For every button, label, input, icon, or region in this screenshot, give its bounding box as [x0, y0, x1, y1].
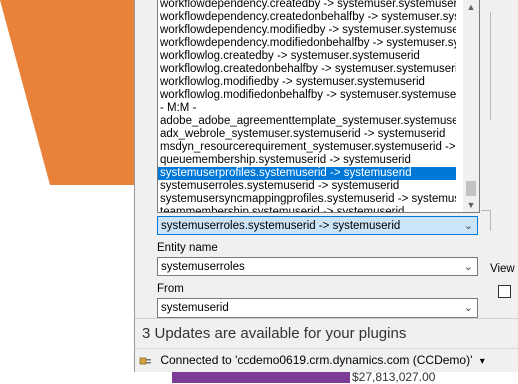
list-item[interactable]: adx_webrole_systemuser.systemuserid -> s…: [158, 128, 456, 141]
list-item[interactable]: systemuserroles.systemuserid -> systemus…: [158, 180, 456, 193]
view-label: View: [490, 263, 515, 275]
entity-name-select[interactable]: systemuserroles ⌄: [157, 257, 478, 276]
list-item[interactable]: workflowdependency.modifiedby -> systemu…: [158, 24, 456, 37]
updates-notification-text: 3 Updates are available for your plugins: [142, 325, 407, 342]
updates-notification[interactable]: 3 Updates are available for your plugins: [135, 318, 518, 348]
chevron-down-icon[interactable]: ⌄: [464, 299, 473, 317]
list-item[interactable]: workflowdependency.createdonbehalfby -> …: [158, 11, 456, 24]
entity-name-label: Entity name: [157, 242, 218, 254]
group-border: [481, 210, 491, 231]
connection-dropdown-icon[interactable]: ▾: [480, 356, 485, 367]
from-value: systemuserid: [161, 302, 229, 314]
chevron-down-icon[interactable]: ⌄: [464, 217, 473, 236]
chevron-up-icon[interactable]: ▲: [463, 0, 479, 14]
connection-status[interactable]: Connected to 'ccdemo0619.crm.dynamics.co…: [160, 353, 472, 367]
list-item[interactable]: workflowlog.createdby -> systemuser.syst…: [158, 50, 456, 63]
relationship-panel: workflowdependency.createdby -> systemus…: [134, 0, 518, 372]
from-select[interactable]: systemuserid ⌄: [157, 298, 478, 318]
list-item[interactable]: - M:M -: [158, 102, 456, 115]
list-item[interactable]: teammembership.systemuserid -> systemuse…: [158, 206, 456, 212]
chevron-down-icon[interactable]: ⌄: [464, 258, 473, 277]
view-checkbox[interactable]: [498, 285, 511, 298]
list-item[interactable]: workflowdependency.createdby -> systemus…: [158, 0, 456, 11]
list-item[interactable]: workflowlog.createdonbehalfby -> systemu…: [158, 63, 456, 76]
from-label: From: [157, 283, 184, 295]
list-item[interactable]: workflowdependency.modifiedonbehalfby ->…: [158, 37, 456, 50]
list-item[interactable]: workflowlog.modifiedonbehalfby -> system…: [158, 89, 456, 102]
list-item[interactable]: adobe_adobe_agreementtemplate_systemuser…: [158, 115, 456, 128]
listbox-scrollbar[interactable]: ▲ ▼: [463, 0, 479, 212]
background-bar: [172, 372, 350, 383]
list-item[interactable]: queuemembership.systemuserid -> systemus…: [158, 154, 456, 167]
list-item[interactable]: systemusersyncmappingprofiles.systemuser…: [158, 193, 456, 206]
entity-name-value: systemuserroles: [161, 261, 245, 273]
relationship-select[interactable]: systemuserroles.systemuserid -> systemus…: [157, 216, 478, 235]
relationship-editor: workflowdependency.createdby -> systemus…: [150, 0, 480, 318]
group-border: [481, 12, 491, 120]
status-bar: Connected to 'ccdemo0619.crm.dynamics.co…: [135, 348, 518, 372]
list-item[interactable]: workflowlog.modifiedby -> systemuser.sys…: [158, 76, 456, 89]
list-item[interactable]: msdyn_resourcerequirement_systemuser.sys…: [158, 141, 456, 154]
scrollbar-thumb[interactable]: [466, 181, 476, 196]
chevron-down-icon[interactable]: ▼: [463, 198, 479, 212]
list-item[interactable]: systemuserprofiles.systemuserid -> syste…: [158, 167, 456, 180]
relationships-listbox[interactable]: workflowdependency.createdby -> systemus…: [157, 0, 480, 213]
relationship-select-value: systemuserroles.systemuserid -> systemus…: [161, 220, 401, 232]
connection-plug-icon: [139, 357, 151, 365]
